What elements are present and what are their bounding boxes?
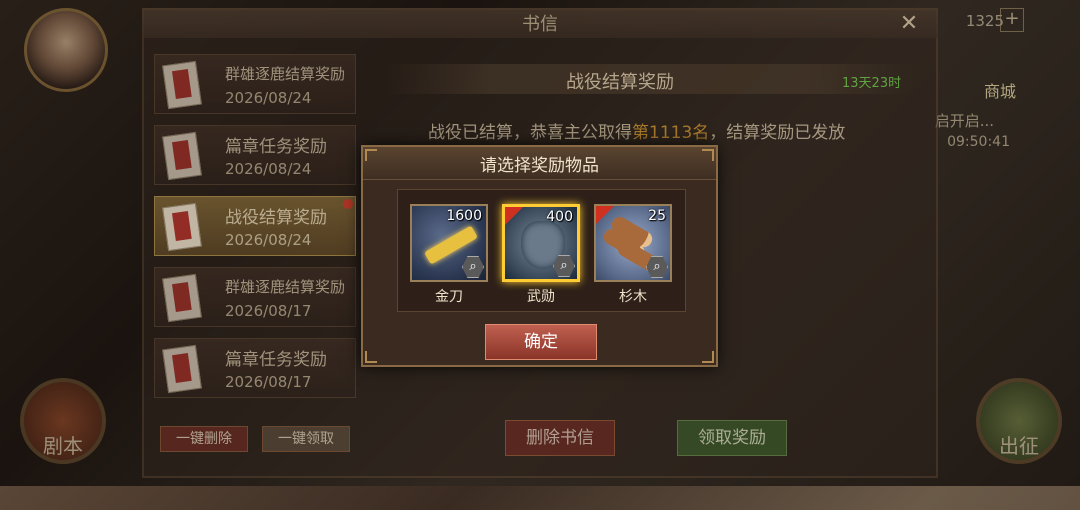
reward-items-area: 1600 ⌕ 金刀 400 ⌕ 武勋 25 ⌕ 杉木 [397,189,686,312]
corner-ornament [702,351,714,363]
corner-ornament [365,149,377,161]
rank-highlight: 第1113名 [632,123,710,143]
letter-icon [162,131,202,181]
currency-display: 1325 [965,12,1004,30]
dialog-title: 请选择奖励物品 [480,156,599,176]
event-status-text: 启开启... [934,112,994,130]
reward-item[interactable]: 25 ⌕ 杉木 [594,204,672,306]
item-count: 400 [546,209,573,225]
mail-list-item-selected[interactable]: 战役结算奖励 2026/08/24 [154,196,356,256]
mail-list-item[interactable]: 篇章任务奖励 2026/08/17 [154,338,356,398]
letter-icon [162,60,202,110]
mail-item-date: 2026/08/24 [225,231,312,249]
reward-select-dialog: 请选择奖励物品 1600 ⌕ 金刀 400 ⌕ 武勋 25 ⌕ 杉木 确定 [361,145,718,367]
mail-item-date: 2026/08/17 [225,373,312,391]
dialog-title-bar: 请选择奖励物品 [363,147,716,180]
mail-item-date: 2026/08/24 [225,160,312,178]
mail-list-item[interactable]: 篇章任务奖励 2026/08/24 [154,125,356,185]
script-round-button[interactable]: 剧本 [20,378,106,464]
mail-body-suffix: ，结算奖励已发放 [709,123,846,143]
mail-item-date: 2026/08/24 [225,89,312,107]
delete-all-button[interactable]: 一键删除 [160,426,248,452]
reward-item[interactable]: 1600 ⌕ 金刀 [410,204,488,306]
unread-dot [343,199,353,209]
player-avatar[interactable] [24,8,108,92]
mail-list-item[interactable]: 群雄逐鹿结算奖励 2026/08/17 [154,267,356,327]
mail-item-date: 2026/08/17 [225,302,312,320]
add-currency-button[interactable]: + [1000,8,1024,32]
letter-icon [162,344,202,394]
mail-list-item[interactable]: 群雄逐鹿结算奖励 2026/08/24 [154,54,356,114]
mail-item-name: 群雄逐鹿结算奖励 [225,278,346,296]
item-name: 武勋 [527,289,555,305]
claim-reward-button[interactable]: 领取奖励 [677,420,787,456]
reward-item-slot[interactable]: 25 ⌕ [594,204,672,282]
reward-item-slot[interactable]: 1600 ⌕ [410,204,488,282]
delete-mail-button[interactable]: 删除书信 [505,420,615,456]
rarity-tag [505,207,523,225]
letter-icon [162,202,202,252]
mail-body-text: 战役已结算，恭喜主公取得第1113名，结算奖励已发放 [428,118,845,143]
shop-button[interactable]: 商城 [984,78,1016,102]
event-timer: 09:50:41 [947,134,1010,150]
confirm-button[interactable]: 确定 [485,324,597,360]
item-name: 杉木 [619,289,647,305]
letter-icon [162,273,202,323]
magnify-icon[interactable]: ⌕ [462,256,484,278]
mail-item-name: 篇章任务奖励 [225,350,327,370]
corner-ornament [365,351,377,363]
collect-all-button[interactable]: 一键领取 [262,426,350,452]
mail-expiry-time: 13天23时 [842,76,902,91]
expedition-round-button[interactable]: 出征 [976,378,1062,464]
mail-content-title: 战役结算奖励 [566,72,674,93]
mail-item-name: 群雄逐鹿结算奖励 [225,65,346,83]
reward-item-slot-selected[interactable]: 400 ⌕ [502,204,580,282]
mail-panel-title: 书信 [522,14,558,35]
corner-ornament [702,149,714,161]
item-name: 金刀 [435,289,463,305]
mail-item-name: 篇章任务奖励 [225,137,327,157]
item-count: 1600 [446,208,482,224]
item-count: 25 [648,208,666,224]
reward-item-selected[interactable]: 400 ⌕ 武勋 [502,204,580,306]
mail-body-prefix: 战役已结算，恭喜主公取得 [428,123,632,143]
mail-item-name: 战役结算奖励 [225,208,327,228]
close-icon[interactable]: ✕ [896,12,922,38]
